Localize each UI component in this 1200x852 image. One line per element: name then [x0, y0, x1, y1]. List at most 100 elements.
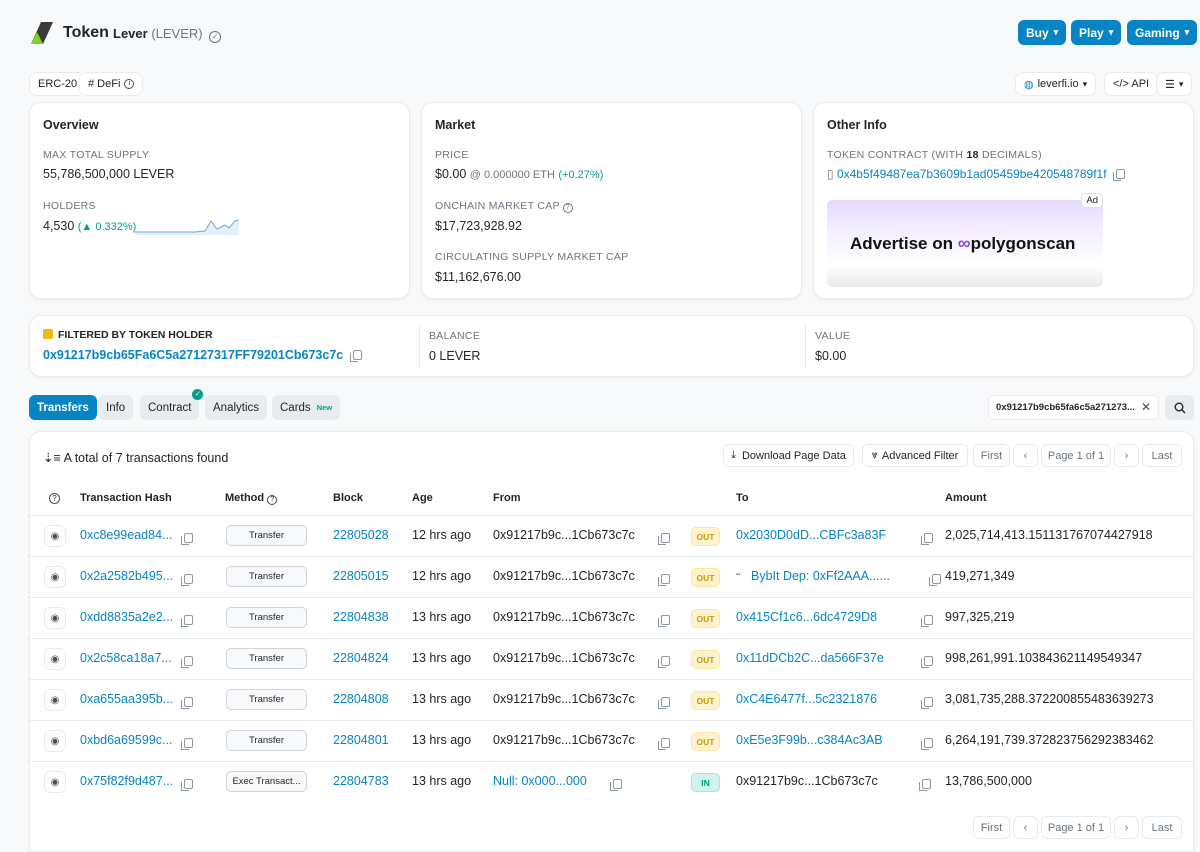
- col-age[interactable]: Age: [412, 492, 433, 504]
- tab-info[interactable]: Info: [98, 395, 134, 420]
- copy-icon[interactable]: [929, 574, 941, 586]
- pagination-first-bottom[interactable]: First: [973, 816, 1010, 839]
- pagination-next-bottom[interactable]: ›: [1114, 816, 1139, 839]
- to-address[interactable]: 0x11dDCb2C...da566F37e: [736, 651, 884, 665]
- tx-hash-link[interactable]: 0xa655aa395b...: [80, 692, 173, 706]
- ad-banner[interactable]: Ad Advertise on ∞polygonscan: [827, 193, 1103, 287]
- pagination-last[interactable]: Last: [1142, 444, 1182, 467]
- tx-hash-link[interactable]: 0xc8e99ead84...: [80, 528, 172, 542]
- max-supply-value: 55,786,500,000 LEVER: [43, 167, 175, 181]
- tx-hash-link[interactable]: 0x2c58ca18a7...: [80, 651, 172, 665]
- to-address[interactable]: 0x415Cf1c6...6dc4729D8: [736, 610, 877, 624]
- help-icon[interactable]: ?: [267, 495, 278, 505]
- copy-icon[interactable]: [658, 738, 670, 750]
- to-address[interactable]: BybIt Dep: 0xFf2AAA......: [751, 569, 890, 583]
- tab-analytics[interactable]: Analytics: [205, 395, 268, 420]
- gaming-button[interactable]: Gaming ▾: [1127, 20, 1198, 45]
- view-details-icon[interactable]: ◉: [44, 689, 66, 711]
- view-details-icon[interactable]: ◉: [44, 566, 66, 588]
- pagination-first[interactable]: First: [973, 444, 1010, 467]
- copy-icon[interactable]: [658, 533, 670, 545]
- view-details-icon[interactable]: ◉: [44, 730, 66, 752]
- table-row: ◉ 0x2a2582b495... Transfer 22805015 12 hrs a…: [30, 556, 1194, 597]
- search-button[interactable]: [1165, 395, 1194, 420]
- view-details-icon[interactable]: ◉: [44, 648, 66, 670]
- copy-icon[interactable]: [658, 615, 670, 627]
- tag-erc20-label: ERC-20: [38, 78, 78, 90]
- list-icon: ☰: [1165, 78, 1175, 91]
- more-menu-button[interactable]: ☰ ▾: [1156, 72, 1193, 96]
- copy-icon[interactable]: [921, 533, 933, 545]
- block-link[interactable]: 22804783: [333, 774, 389, 788]
- chevron-right-icon: ›: [1124, 449, 1129, 462]
- pagination-last-bottom[interactable]: Last: [1142, 816, 1182, 839]
- copy-icon[interactable]: [181, 779, 193, 791]
- view-details-icon[interactable]: ◉: [44, 525, 66, 547]
- contract-address-link[interactable]: 0x4b5f49487ea7b3609b1ad05459be420548789f…: [837, 167, 1107, 181]
- holders-count: 4,530: [43, 219, 75, 233]
- pagination-prev[interactable]: ‹: [1013, 444, 1038, 467]
- view-details-icon[interactable]: ◉: [44, 607, 66, 629]
- pagination-prev-bottom[interactable]: ‹: [1013, 816, 1038, 839]
- verified-icon: ✓: [209, 31, 222, 43]
- block-link[interactable]: 22804808: [333, 692, 389, 706]
- transactions-summary: A total of 7 transactions found: [63, 451, 229, 465]
- pagination-next[interactable]: ›: [1114, 444, 1139, 467]
- advanced-filter-button[interactable]: ⩔ Advanced Filter: [862, 444, 968, 467]
- website-link[interactable]: ◍ leverfi.io ▾: [1015, 72, 1097, 96]
- tx-hash-link[interactable]: 0xbd6a69599c...: [80, 733, 172, 747]
- tab-contract[interactable]: Contract ✓: [140, 389, 204, 420]
- tab-cards[interactable]: Cards New: [272, 395, 341, 420]
- copy-icon[interactable]: [610, 779, 622, 791]
- copy-icon[interactable]: [658, 656, 670, 668]
- copy-icon[interactable]: [921, 738, 933, 750]
- block-link[interactable]: 22805015: [333, 569, 389, 583]
- copy-icon[interactable]: [349, 350, 362, 362]
- copy-icon[interactable]: [658, 574, 670, 586]
- copy-icon[interactable]: [181, 697, 193, 709]
- help-icon[interactable]: ?: [49, 492, 60, 504]
- from-address[interactable]: Null: 0x000...000: [493, 774, 587, 788]
- block-link[interactable]: 22804824: [333, 651, 389, 665]
- chevron-down-icon: ▾: [1178, 78, 1184, 89]
- col-amount[interactable]: Amount: [945, 492, 987, 504]
- help-icon[interactable]: ?: [562, 203, 573, 213]
- copy-icon[interactable]: [921, 615, 933, 627]
- tag-erc20[interactable]: ERC-20: [29, 72, 87, 96]
- block-link[interactable]: 22804838: [333, 610, 389, 624]
- block-link[interactable]: 22805028: [333, 528, 389, 542]
- view-details-icon[interactable]: ◉: [44, 771, 66, 793]
- copy-icon[interactable]: [1112, 169, 1125, 181]
- tx-hash-link[interactable]: 0x75f82f9d487...: [80, 774, 173, 788]
- play-button[interactable]: Play ▾: [1071, 20, 1122, 45]
- copy-icon[interactable]: [181, 533, 193, 545]
- to-address[interactable]: 0xE5e3F99b...c384Ac3AB: [736, 733, 883, 747]
- buy-button[interactable]: Buy ▾: [1018, 20, 1067, 45]
- copy-icon[interactable]: [658, 697, 670, 709]
- tag-defi[interactable]: # DeFi i: [79, 72, 144, 96]
- copy-icon[interactable]: [181, 615, 193, 627]
- copy-icon[interactable]: [181, 574, 193, 586]
- copy-icon[interactable]: [181, 738, 193, 750]
- copy-icon[interactable]: [919, 779, 931, 791]
- to-address[interactable]: 0x2030D0dD...CBFc3a83F: [736, 528, 886, 542]
- direction-badge: IN: [691, 773, 720, 792]
- filter-label: FILTERED BY TOKEN HOLDER: [58, 329, 213, 341]
- copy-icon[interactable]: [921, 656, 933, 668]
- pagination-page-bottom: Page 1 of 1: [1041, 816, 1111, 839]
- clear-icon[interactable]: ✕: [1141, 400, 1151, 414]
- tx-hash-link[interactable]: 0xdd8835a2e2...: [80, 610, 173, 624]
- copy-icon[interactable]: [921, 697, 933, 709]
- download-button[interactable]: ⤓ Download Page Data: [723, 444, 854, 467]
- tx-hash-link[interactable]: 0x2a2582b495...: [80, 569, 173, 583]
- to-address[interactable]: 0xC4E6477f...5c2321876: [736, 692, 877, 706]
- copy-icon[interactable]: [181, 656, 193, 668]
- tab-transfers[interactable]: Transfers: [29, 395, 97, 420]
- direction-badge: OUT: [691, 691, 720, 710]
- block-link[interactable]: 22804801: [333, 733, 389, 747]
- address-filter-chip[interactable]: 0x91217b9cb65fa6c5a271273... ✕: [988, 395, 1159, 420]
- pagination-last-label: Last: [1151, 821, 1173, 834]
- api-button[interactable]: </> API: [1104, 72, 1159, 96]
- filter-address-link[interactable]: 0x91217b9cb65Fa6C5a27127317FF79201Cb673c…: [43, 348, 343, 362]
- onchain-cap-value: $17,723,928.92: [435, 219, 522, 233]
